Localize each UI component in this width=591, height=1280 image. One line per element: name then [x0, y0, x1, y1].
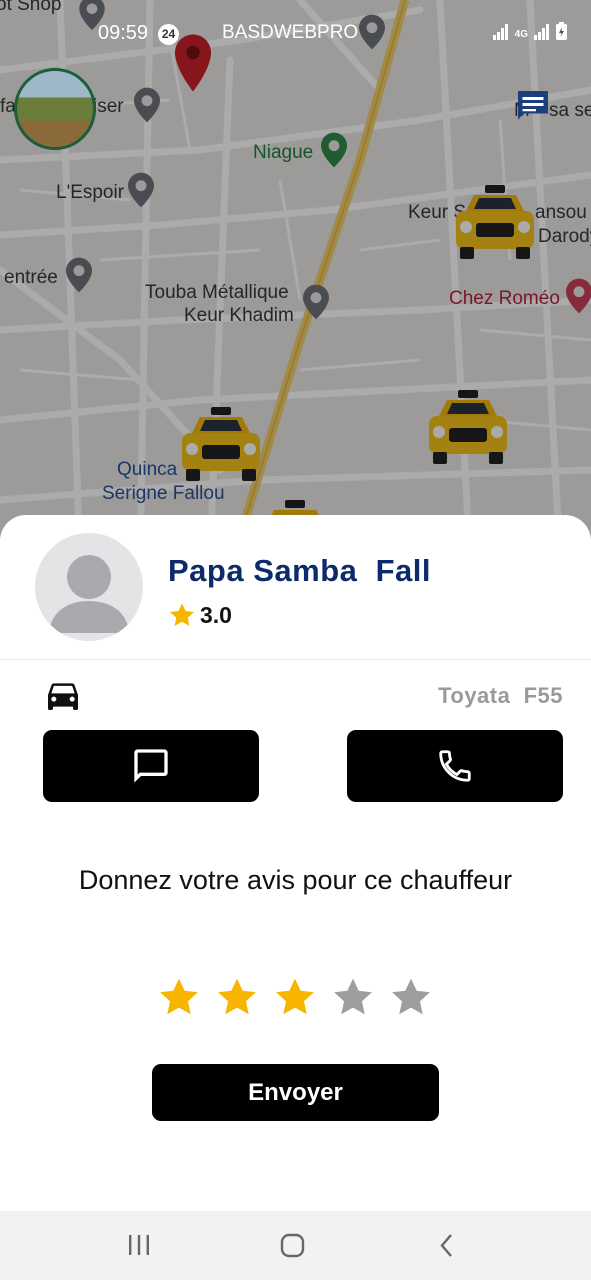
map-label: Chez Roméo	[449, 288, 560, 309]
message-icon	[134, 749, 168, 783]
driver-name: Papa Samba Fall	[168, 553, 431, 588]
map-label: L'Espoir	[56, 182, 125, 203]
star-icon	[169, 603, 195, 626]
rating-star-1-icon[interactable]	[157, 975, 201, 1019]
location-pin-icon[interactable]	[134, 85, 160, 125]
location-pin-icon[interactable]	[321, 130, 347, 170]
user-placeholder-icon	[49, 555, 129, 633]
back-icon[interactable]	[435, 1231, 459, 1261]
taxi-marker-icon[interactable]	[178, 405, 264, 485]
rating-star-3-icon[interactable]	[273, 975, 317, 1019]
map-view[interactable]: ot Shop fa iser Niague L'Espoir Keur S a…	[0, 0, 591, 560]
recent-apps-icon[interactable]	[126, 1231, 152, 1261]
battery-charging-icon	[556, 22, 567, 40]
map-label: Darody	[538, 226, 591, 247]
driver-details-sheet: Papa Samba Fall 3.0 Toyata F55 Donnez vo…	[0, 515, 591, 1211]
map-label: Keur Khadim	[184, 305, 294, 326]
rating-value: 3.0	[200, 601, 232, 628]
phone-icon	[439, 750, 471, 782]
star-rating-input[interactable]	[157, 975, 433, 1019]
signal-icon	[534, 24, 549, 40]
map-label: ansou	[535, 202, 587, 223]
divider	[0, 659, 591, 660]
status-bar: 09:59 24 BASDWEBPRO 4G	[0, 0, 591, 54]
car-icon	[48, 683, 78, 710]
location-pin-icon[interactable]	[566, 276, 591, 316]
map-label: sa se	[549, 100, 591, 121]
user-profile-thumbnail[interactable]	[14, 68, 96, 150]
network-type: 4G	[514, 29, 528, 40]
system-navigation-bar	[0, 1211, 591, 1280]
map-label: Quinca	[117, 459, 178, 480]
map-label: Niague	[253, 142, 314, 163]
review-prompt: Donnez votre avis pour ce chauffeur	[78, 865, 513, 895]
submit-review-button[interactable]: Envoyer	[152, 1064, 439, 1121]
location-pin-icon[interactable]	[303, 282, 329, 322]
location-pin-icon[interactable]	[66, 255, 92, 295]
status-icons: 4G	[492, 22, 567, 40]
signal-icon	[492, 24, 508, 40]
call-driver-button[interactable]	[347, 730, 563, 802]
map-label: entrée	[4, 267, 58, 288]
driver-avatar	[35, 533, 143, 641]
taxi-marker-icon[interactable]	[452, 183, 538, 263]
home-icon[interactable]	[279, 1231, 307, 1261]
vehicle-model: Toyata F55	[438, 683, 563, 708]
taxi-marker-icon[interactable]	[425, 388, 511, 468]
map-label: Touba Métallique	[145, 282, 289, 303]
message-driver-button[interactable]	[43, 730, 259, 802]
rating-star-5-icon[interactable]	[389, 975, 433, 1019]
rating-star-4-icon[interactable]	[331, 975, 375, 1019]
carrier-name: BASDWEBPRO	[222, 22, 359, 43]
status-time: 09:59	[98, 22, 149, 44]
driver-rating: 3.0	[168, 601, 232, 629]
map-label: Serigne Fallou	[102, 483, 225, 504]
chat-icon[interactable]	[514, 88, 552, 124]
notification-count-badge: 24	[158, 24, 179, 45]
map-label: iser	[93, 96, 124, 117]
rating-star-2-icon[interactable]	[215, 975, 259, 1019]
location-pin-icon[interactable]	[128, 170, 154, 210]
